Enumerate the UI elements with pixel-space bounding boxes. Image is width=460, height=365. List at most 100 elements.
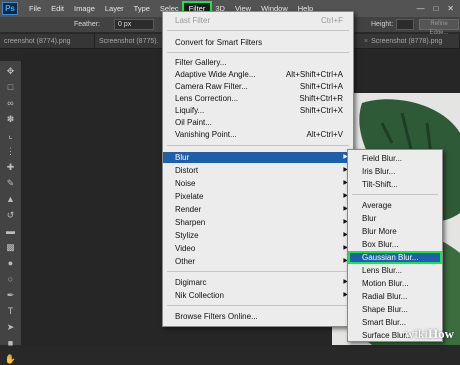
menu-layer[interactable]: Layer bbox=[100, 4, 129, 13]
feather-label: Feather: bbox=[74, 21, 101, 28]
shortcut-label: Shift+Ctrl+X bbox=[299, 106, 343, 115]
lasso-tool-icon[interactable]: ∞ bbox=[5, 97, 17, 109]
menu-item-label: Render bbox=[175, 205, 202, 214]
menu-item-filter-gallery[interactable]: Filter Gallery... bbox=[163, 57, 353, 68]
brush-tool-icon[interactable]: ✎ bbox=[5, 177, 17, 189]
menu-item-label: Noise bbox=[175, 179, 196, 188]
menu-item-label: Pixelate bbox=[175, 192, 204, 201]
clone-stamp-icon[interactable]: ▲ bbox=[5, 193, 17, 205]
menu-item-label: Oil Paint... bbox=[175, 118, 212, 127]
menu-item-label: Liquify... bbox=[175, 106, 205, 115]
shortcut-label: Shift+Ctrl+A bbox=[299, 82, 343, 91]
menu-file[interactable]: File bbox=[24, 4, 46, 13]
maximize-icon[interactable]: □ bbox=[433, 4, 438, 13]
blur-submenu: Field Blur... Iris Blur... Tilt-Shift...… bbox=[347, 149, 443, 342]
submenu-item-iris-blur[interactable]: Iris Blur... bbox=[348, 166, 442, 177]
submenu-item-tilt-shift[interactable]: Tilt-Shift... bbox=[348, 179, 442, 190]
quick-select-tool-icon[interactable]: ✽ bbox=[5, 113, 17, 125]
menu-divider bbox=[167, 271, 349, 272]
menu-edit[interactable]: Edit bbox=[46, 4, 69, 13]
submenu-item-lens-blur[interactable]: Lens Blur... bbox=[348, 265, 442, 276]
menu-image[interactable]: Image bbox=[69, 4, 100, 13]
eyedropper-tool-icon[interactable]: ⋮ bbox=[5, 145, 17, 157]
move-tool-icon[interactable]: ✥ bbox=[5, 65, 17, 77]
shortcut-label: Shift+Ctrl+R bbox=[299, 94, 343, 103]
submenu-item-motion-blur[interactable]: Motion Blur... bbox=[348, 278, 442, 289]
tab-document-1[interactable]: creenshot (8774).png bbox=[0, 34, 95, 49]
menu-item-convert-smart-filters[interactable]: Convert for Smart Filters bbox=[163, 37, 353, 48]
menu-item-other[interactable]: Other ▶ bbox=[163, 256, 353, 267]
menu-item-label: Browse Filters Online... bbox=[175, 312, 258, 321]
menu-item-vanishing-point[interactable]: Vanishing Point... Alt+Ctrl+V bbox=[163, 129, 353, 140]
menu-item-label: Camera Raw Filter... bbox=[175, 82, 248, 91]
menu-item-lens-correction[interactable]: Lens Correction... Shift+Ctrl+R bbox=[163, 93, 353, 104]
path-select-icon[interactable]: ➤ bbox=[5, 321, 17, 333]
crop-tool-icon[interactable]: ⌞ bbox=[5, 129, 17, 141]
pen-tool-icon[interactable]: ✒ bbox=[5, 289, 17, 301]
tab-document-2[interactable]: Screenshot (8775). bbox=[95, 34, 163, 49]
filter-menu: Last Filter Ctrl+F Convert for Smart Filt… bbox=[162, 11, 354, 327]
menu-item-render[interactable]: Render ▶ bbox=[163, 204, 353, 215]
menu-item-label: Video bbox=[175, 244, 196, 253]
submenu-item-radial-blur[interactable]: Radial Blur... bbox=[348, 291, 442, 302]
tab-label: Screenshot (8775). bbox=[99, 38, 159, 45]
menu-item-oil-paint[interactable]: Oil Paint... bbox=[163, 117, 353, 128]
menu-item-noise[interactable]: Noise ▶ bbox=[163, 178, 353, 189]
submenu-item-average[interactable]: Average bbox=[348, 200, 442, 211]
menu-item-stylize[interactable]: Stylize ▶ bbox=[163, 230, 353, 241]
height-input[interactable] bbox=[396, 19, 414, 30]
menu-divider bbox=[352, 194, 438, 195]
photoshop-logo: Ps bbox=[2, 2, 18, 15]
submenu-item-field-blur[interactable]: Field Blur... bbox=[348, 153, 442, 164]
close-tab-icon[interactable]: × bbox=[364, 38, 368, 45]
shortcut-label: Alt+Ctrl+V bbox=[306, 130, 343, 139]
submenu-item-blur[interactable]: Blur bbox=[348, 213, 442, 224]
menu-divider bbox=[167, 30, 349, 31]
menu-item-liquify[interactable]: Liquify... Shift+Ctrl+X bbox=[163, 105, 353, 116]
close-icon[interactable]: ✕ bbox=[447, 4, 454, 13]
submenu-item-shape-blur[interactable]: Shape Blur... bbox=[348, 304, 442, 315]
shortcut-label: Alt+Shift+Ctrl+A bbox=[285, 70, 343, 79]
menu-divider bbox=[167, 305, 349, 306]
refine-edge-button[interactable]: Refine Edge... bbox=[419, 19, 459, 36]
menu-item-last-filter: Last Filter Ctrl+F bbox=[163, 15, 353, 26]
window-controls: — □ ✕ bbox=[416, 4, 460, 13]
submenu-item-blur-more[interactable]: Blur More bbox=[348, 226, 442, 237]
menu-item-camera-raw-filter[interactable]: Camera Raw Filter... Shift+Ctrl+A bbox=[163, 81, 353, 92]
height-label: Height: bbox=[371, 21, 394, 28]
tab-document-3[interactable]: × Screenshot (8778).png bbox=[360, 34, 460, 49]
submenu-item-box-blur[interactable]: Box Blur... bbox=[348, 239, 442, 250]
gradient-tool-icon[interactable]: ▩ bbox=[5, 241, 17, 253]
menu-item-label: Filter Gallery... bbox=[175, 58, 227, 67]
menu-item-label: Lens Correction... bbox=[175, 94, 239, 103]
menu-type[interactable]: Type bbox=[129, 4, 155, 13]
menu-item-distort[interactable]: Distort ▶ bbox=[163, 165, 353, 176]
menu-item-label: Convert for Smart Filters bbox=[175, 38, 263, 47]
dodge-tool-icon[interactable]: ○ bbox=[5, 273, 17, 285]
tools-panel: ✥ □ ∞ ✽ ⌞ ⋮ ✚ ✎ ▲ ↺ ▬ ▩ ● ○ ✒ T ➤ ■ ✋ bbox=[0, 61, 22, 364]
menu-item-label: Adaptive Wide Angle... bbox=[175, 70, 256, 79]
menu-item-digimarc[interactable]: Digimarc ▶ bbox=[163, 277, 353, 288]
eraser-tool-icon[interactable]: ▬ bbox=[5, 225, 17, 237]
blur-tool-icon[interactable]: ● bbox=[5, 257, 17, 269]
menu-item-label: Last Filter bbox=[175, 16, 211, 25]
healing-brush-icon[interactable]: ✚ bbox=[5, 161, 17, 173]
type-tool-icon[interactable]: T bbox=[5, 305, 17, 317]
shape-tool-icon[interactable]: ■ bbox=[5, 337, 17, 349]
menu-item-label: Distort bbox=[175, 166, 199, 175]
menu-item-adaptive-wide-angle[interactable]: Adaptive Wide Angle... Alt+Shift+Ctrl+A bbox=[163, 69, 353, 80]
submenu-item-gaussian-blur[interactable]: Gaussian Blur... bbox=[348, 251, 442, 264]
menu-item-pixelate[interactable]: Pixelate ▶ bbox=[163, 191, 353, 202]
menu-item-blur[interactable]: Blur ▶ bbox=[163, 152, 353, 163]
marquee-tool-icon[interactable]: □ bbox=[5, 81, 17, 93]
menu-item-video[interactable]: Video ▶ bbox=[163, 243, 353, 254]
watermark-part-1: wiki bbox=[404, 326, 428, 341]
minimize-icon[interactable]: — bbox=[416, 4, 424, 13]
shortcut-label: Ctrl+F bbox=[321, 16, 343, 25]
feather-input[interactable]: 0 px bbox=[114, 19, 154, 30]
history-brush-icon[interactable]: ↺ bbox=[5, 209, 17, 221]
hand-tool-icon[interactable]: ✋ bbox=[5, 353, 17, 365]
menu-item-nik-collection[interactable]: Nik Collection ▶ bbox=[163, 290, 353, 301]
menu-item-sharpen[interactable]: Sharpen ▶ bbox=[163, 217, 353, 228]
menu-item-browse-filters-online[interactable]: Browse Filters Online... bbox=[163, 311, 353, 322]
